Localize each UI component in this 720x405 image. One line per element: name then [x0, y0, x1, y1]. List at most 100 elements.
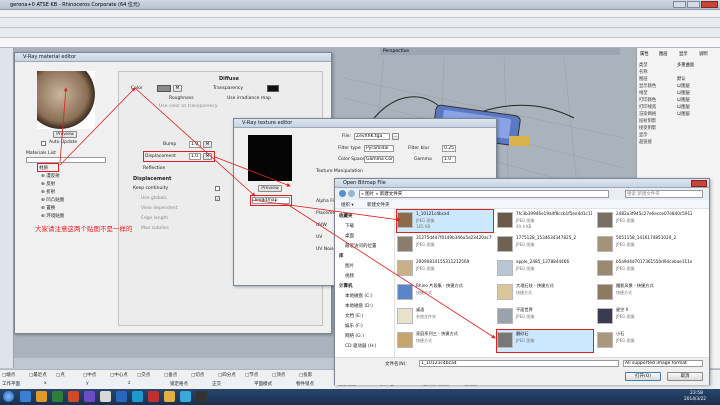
property-row[interactable]: 图层 默认 — [639, 76, 719, 82]
property-row[interactable]: 显示 — [639, 132, 719, 138]
status-item[interactable]: 平面模式 — [254, 381, 272, 387]
cancel-button[interactable]: 取消 — [667, 372, 703, 381]
file-item[interactable]: 1_10121c4bca4 JPEG 图像 165 KB — [396, 209, 494, 233]
file-item[interactable]: 2482a3f945c27e6ecce07e840c59124 JPEG 图像 — [597, 210, 693, 232]
taskbar-app-icon[interactable] — [116, 391, 127, 402]
taskbar-app-icon[interactable] — [36, 391, 47, 402]
open-button[interactable]: 打开(O) — [625, 372, 661, 381]
property-row[interactable]: 线型 以图层 — [639, 90, 719, 96]
osnap-item[interactable]: □端点 — [2, 372, 15, 378]
color-map-button[interactable]: M — [173, 85, 182, 92]
file-value-field[interactable]: ZevXhK.tga — [354, 133, 390, 140]
file-item[interactable]: 摄影风景 - 快捷方式 快捷方式 — [597, 282, 693, 304]
color-space-dropdown[interactable]: Gamma Correct — [364, 156, 394, 163]
file-item[interactable]: 31275d4d7f0149b346a5d23420ac79e6 JPEG 图像 — [397, 234, 493, 256]
property-row[interactable]: 打印颜色 以图层 — [639, 97, 719, 103]
osnap-item[interactable]: □切点 — [191, 372, 204, 378]
texture-preview-button[interactable]: Preview — [258, 185, 282, 192]
file-item[interactable]: 小石 JPEG 图像 — [597, 330, 693, 352]
osnap-item[interactable]: □中心点 — [110, 372, 128, 378]
dialog-close-button[interactable] — [691, 180, 707, 187]
bump-map-button[interactable]: M — [203, 141, 212, 148]
osnap-item[interactable]: □中点 — [83, 372, 96, 378]
osnap-item[interactable]: □交点 — [137, 372, 150, 378]
property-row[interactable]: 投射阴影 — [639, 118, 719, 124]
nav-item[interactable]: 文档 (E:) — [345, 313, 363, 319]
toolbar-row-1[interactable] — [0, 18, 720, 28]
file-item[interactable]: 星空 II JPEG 图像 — [597, 306, 693, 328]
nav-item[interactable]: 视频 — [345, 273, 354, 279]
viewport-label[interactable]: Perspective — [383, 49, 409, 54]
nav-item[interactable]: 计算机 — [339, 283, 353, 289]
status-item[interactable]: 正交 — [212, 381, 221, 387]
status-item[interactable]: 工作平面 — [2, 381, 20, 387]
gamma-field[interactable]: 1.0 — [442, 156, 456, 163]
minimize-button[interactable] — [673, 1, 686, 8]
nav-item[interactable]: 收藏夹 — [339, 213, 353, 219]
status-item[interactable]: z — [128, 381, 130, 386]
file-browse-button[interactable]: … — [392, 133, 399, 140]
material-tree-item[interactable]: ⊕ 反射 — [41, 181, 55, 187]
menu-bar[interactable] — [0, 10, 720, 18]
osnap-item[interactable]: □点 — [56, 372, 65, 378]
property-row[interactable]: 名称 — [639, 69, 719, 75]
material-tree-item[interactable]: ⊕ 置换 — [41, 205, 55, 211]
taskbar-app-icon[interactable] — [52, 391, 63, 402]
file-item[interactable]: 7fc3b39946e19a4f8ccb1f5ee4d1c118 JPEG 图像 4… — [497, 210, 593, 232]
file-item[interactable]: apple_2485_1378844466 JPEG 图像 — [497, 258, 593, 280]
status-item[interactable]: x — [44, 381, 47, 386]
bump-value[interactable]: 1.0 — [189, 141, 201, 148]
transparency-swatch[interactable] — [267, 85, 279, 92]
material-tree-item[interactable]: ⊕ 折射 — [41, 189, 55, 195]
taskbar-app-icon[interactable] — [132, 391, 143, 402]
file-item[interactable]: 大理石纹 - 快捷方式 快捷方式 — [497, 282, 593, 304]
nav-item[interactable]: 库 — [339, 253, 344, 259]
osnap-item[interactable]: □投影 — [299, 372, 312, 378]
status-item[interactable]: 锁定格点 — [170, 381, 188, 387]
osnap-item[interactable]: □垂点 — [164, 372, 177, 378]
command-line[interactable] — [0, 38, 720, 48]
material-tree-item[interactable]: ⊕ 凹凸贴图 — [41, 197, 64, 203]
auto-update-checkbox[interactable] — [41, 141, 46, 146]
property-row[interactable]: 接受阴影 — [639, 125, 719, 131]
file-item[interactable]: 家庭系列三 - 快捷方式 快捷方式 — [397, 330, 493, 352]
tab-display[interactable]: 显示 — [679, 51, 688, 57]
color-swatch[interactable] — [157, 85, 171, 92]
taskbar-app-icon[interactable] — [196, 391, 207, 402]
taskbar-app-icon[interactable] — [180, 391, 191, 402]
breadcrumb[interactable]: « 图片 » 新建文件夹 — [359, 190, 609, 198]
back-icon[interactable] — [339, 190, 346, 197]
forward-icon[interactable] — [348, 190, 355, 197]
nav-item[interactable]: 最近访问的位置 — [345, 243, 377, 249]
nav-item[interactable]: 下载 — [345, 223, 354, 229]
property-row[interactable]: 类型 多重曲面 — [639, 62, 719, 68]
keep-continuity-checkbox[interactable] — [215, 186, 220, 191]
file-item[interactable]: 5051158_1416174851020_2 JPEG 图像 — [597, 234, 693, 256]
nav-item[interactable]: 本地磁盘 (C:) — [345, 293, 373, 299]
tab-layers[interactable]: 图层 — [659, 51, 668, 57]
property-row[interactable]: 超链接 — [639, 139, 719, 145]
taskbar-app-icon[interactable] — [100, 391, 111, 402]
filename-input[interactable]: 1_10121c4bca4 — [419, 360, 619, 367]
osnap-item[interactable]: □顶点 — [272, 372, 285, 378]
file-item[interactable]: 桌面 系统文件夹 — [397, 306, 493, 328]
preview-button[interactable]: Preview — [53, 131, 77, 138]
property-row[interactable]: 渲染网格 以图层 — [639, 111, 719, 117]
filter-type-dropdown[interactable]: Pyramidal — [364, 145, 394, 152]
nav-item[interactable]: 图片 — [345, 263, 354, 269]
taskbar-app-icon[interactable] — [20, 391, 31, 402]
taskbar-app-icon[interactable] — [68, 391, 79, 402]
maximize-button[interactable] — [687, 1, 700, 8]
osnap-item[interactable]: □最近点 — [29, 372, 47, 378]
property-row[interactable]: 显示颜色 以图层 — [639, 83, 719, 89]
file-item[interactable]: b5a9d4d7017361550d94cebae111eea8 JPEG 图像 — [597, 258, 693, 280]
file-item[interactable]: 1775128_1534634347825_2 JPEG 图像 — [497, 234, 593, 256]
clock-date[interactable]: 2014/3/22 — [684, 397, 706, 402]
nav-item[interactable]: 网络 (G:) — [345, 333, 364, 339]
taskbar-app-icon[interactable] — [148, 391, 159, 402]
close-button[interactable] — [701, 1, 718, 8]
new-folder-button[interactable]: 新建文件夹 — [367, 202, 390, 208]
use-globals-checkbox[interactable]: ✓ — [215, 196, 220, 201]
nav-item[interactable]: CD 驱动器 (H:) — [345, 343, 376, 349]
osnap-item[interactable]: □节点 — [245, 372, 258, 378]
